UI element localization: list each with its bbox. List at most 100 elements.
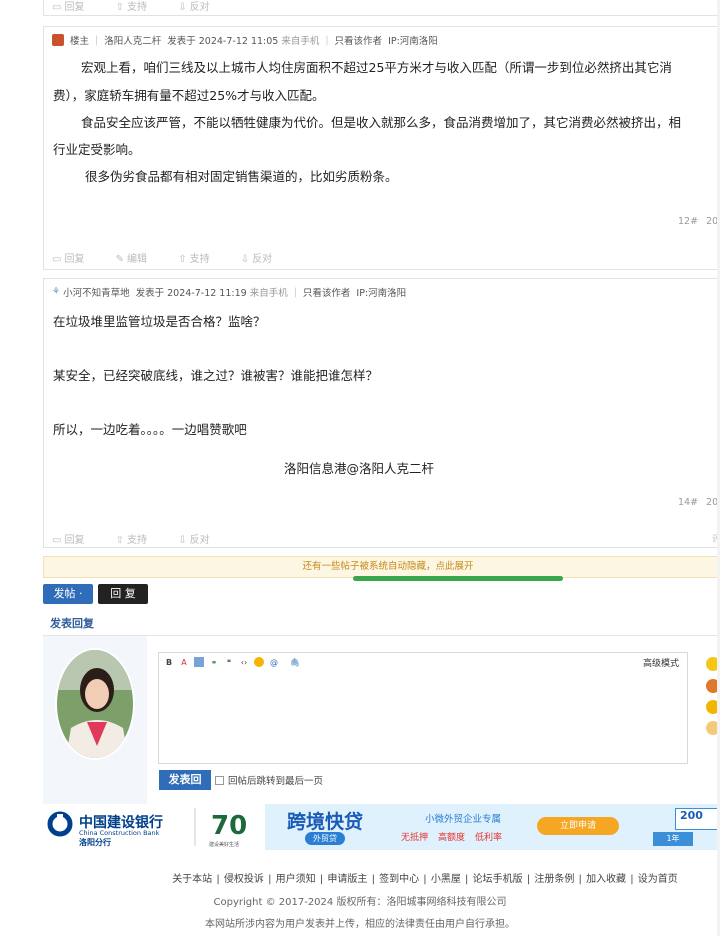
avatar <box>55 648 135 760</box>
post-time: 发表于 2024-7-12 11:05 <box>167 36 279 47</box>
advanced-mode-link[interactable]: 高级模式 <box>643 656 679 669</box>
post-meta: ⚘ 小河不知青草地 发表于 2024-7-12 11:19 来自手机 | 只看该… <box>52 285 407 300</box>
post-paragraph: 食品安全应该严管，不能以牺牲健康为代价。但是收入就那么多，食品消费增加了，其它消… <box>81 115 682 130</box>
author-name[interactable]: 洛阳人克二杆 <box>104 33 161 47</box>
font-color-icon[interactable]: A <box>179 657 189 667</box>
edit-link[interactable]: ✎ 编辑 <box>116 254 161 265</box>
reply-icon: ▭ <box>52 2 62 13</box>
loan-slogan: 小微外贸企业专属 <box>425 814 502 825</box>
link-icon[interactable]: ⚭ <box>209 657 219 667</box>
ccb-branch: 洛阳分行 <box>79 838 111 847</box>
post-paragraph: 在垃圾堆里监管垃圾是否合格？监啥？ <box>53 314 266 329</box>
reply-link[interactable]: ▭ 回复 <box>52 535 98 546</box>
footer-link[interactable]: 侵权投诉 <box>224 874 264 885</box>
footer-link[interactable]: 注册条例 <box>534 874 574 885</box>
owner-avatar-icon <box>52 34 64 46</box>
post-ops: ▭ 回复 ✎ 编辑 ⇧ 支持 ⇩ 反对 <box>52 250 300 265</box>
footer-link[interactable]: 小黑屋 <box>431 874 461 885</box>
floor-number[interactable]: 14#2024 <box>678 497 720 508</box>
post-paragraph: 所以，一边吃着。。。。一边唱赞歌吧 <box>53 422 247 437</box>
at-icon[interactable]: @ <box>269 657 279 667</box>
footer-link[interactable]: 加入收藏 <box>586 874 626 885</box>
code-icon[interactable]: ‹› <box>239 657 249 667</box>
thumb-down-icon: ⇩ <box>178 2 187 13</box>
apply-now-button[interactable]: 立即申请 <box>537 817 619 835</box>
post-paragraph: 很多伪劣食品都有相对固定销售渠道的，比如劣质粉条。 <box>85 169 398 184</box>
attach-icon[interactable]: 🖇 <box>290 657 300 667</box>
post-card-12: 楼主 | 洛阳人克二杆 发表于 2024-7-12 11:05 来自手机 | 只… <box>43 26 720 270</box>
post-ops: ▭ 回复 ⇧ 支持 ⇩ 反对 <box>52 531 238 546</box>
loan-banner[interactable]: 跨境快贷 外贸贷 小微外贸企业专属 无抵押 高额度 低利率 立即申请 200 1… <box>265 804 720 850</box>
bold-icon[interactable]: B <box>164 657 174 667</box>
only-author-link[interactable]: 只看该作者 <box>303 285 351 299</box>
footer-link[interactable]: 设为首页 <box>638 874 678 885</box>
oppose-link[interactable]: ⇩ 反对 <box>241 254 286 265</box>
loan-features: 无抵押 高额度 低利率 <box>401 833 503 843</box>
reply-form-title: 发表回复 <box>43 612 720 636</box>
editor-toolbar: B A ⚭ ❝ ‹› @ 🖇 <box>159 653 687 671</box>
post-meta: 楼主 | 洛阳人克二杆 发表于 2024-7-12 11:05 来自手机 | 只… <box>52 33 438 47</box>
post-source: 来自手机 <box>249 288 288 299</box>
reply-link[interactable]: ▭ 回复 <box>52 254 98 265</box>
loan-term: 1年 <box>653 832 693 846</box>
new-post-button[interactable]: 发帖 · <box>43 584 93 604</box>
floor-number[interactable]: 12#2024 <box>678 216 720 227</box>
post-ops: ▭ 回复 ⇧ 支持 ⇩ 反对 <box>52 0 238 13</box>
loan-amount: 200 <box>675 808 720 830</box>
footer-link[interactable]: 申请版主 <box>327 874 367 885</box>
footer-link[interactable]: 关于本站 <box>172 874 212 885</box>
edit-icon: ✎ <box>115 254 125 265</box>
post-card-previous: ▭ 回复 ⇧ 支持 ⇩ 反对 <box>43 0 720 16</box>
post-card-14: ⚘ 小河不知青草地 发表于 2024-7-12 11:19 来自手机 | 只看该… <box>43 278 720 548</box>
oppose-link[interactable]: ⇩ 反对 <box>178 2 223 13</box>
post-paragraph: 某安全，已经突破底线，谁之过？谁被害？谁能把谁怎样？ <box>53 368 379 383</box>
footer-link[interactable]: 用户须知 <box>276 874 316 885</box>
svg-text:70: 70 <box>211 811 247 841</box>
reply-icon: ▭ <box>52 535 62 546</box>
thumb-up-icon: ⇧ <box>115 2 125 13</box>
disclaimer: 本网站所涉内容为用户发表并上传，相应的法律责任由用户自行承担。 <box>205 919 515 930</box>
reply-button[interactable]: 回 复 <box>98 584 148 604</box>
loan-title: 跨境快贷 <box>287 811 364 833</box>
oppose-link[interactable]: ⇩ 反对 <box>178 535 223 546</box>
thumb-up-icon: ⇧ <box>115 535 125 546</box>
post-paragraph: 宏观上看，咱们三线及以上城市人均住房面积不超过25平方米才与收入匹配（所谓一步到… <box>81 60 672 75</box>
post-source: 来自手机 <box>281 36 320 47</box>
support-link[interactable]: ⇧ 支持 <box>116 535 161 546</box>
author-name[interactable]: 小河不知青草地 <box>63 285 130 299</box>
ip-location: IP:河南洛阳 <box>356 288 407 299</box>
ip-location: IP:河南洛阳 <box>388 36 438 47</box>
reply-link[interactable]: ▭ 回复 <box>52 2 98 13</box>
username[interactable]: 楼主 <box>70 33 89 47</box>
reply-editor[interactable]: B A ⚭ ❝ ‹› @ 🖇 高级模式 <box>158 652 688 764</box>
ccb-banner[interactable]: 70 建设美好生活 中国建设银行 China Construction Bank… <box>43 804 265 850</box>
user-icon: ⚘ <box>52 287 61 297</box>
post-paragraph: 行业定受影响。 <box>53 142 141 157</box>
submit-reply-button[interactable]: 发表回 <box>159 770 211 790</box>
checkbox[interactable] <box>215 775 224 785</box>
post-time: 发表于 2024-7-12 11:19 <box>135 288 247 299</box>
image-icon[interactable] <box>194 657 204 667</box>
thumb-up-icon: ⇧ <box>178 254 187 265</box>
svg-text:建设美好生活: 建设美好生活 <box>209 841 239 848</box>
footer-links: 关于本站 | 侵权投诉 | 用户须知 | 申请版主 | 签到中心 | 小黑屋 |… <box>172 874 678 885</box>
ccb-en-name: China Construction Bank <box>79 829 160 837</box>
highlight-underline <box>353 576 563 581</box>
copyright: Copyright © 2017-2024 版权所有：洛阳城事网络科技有限公司 <box>213 897 507 908</box>
smiley-icon[interactable] <box>254 657 264 667</box>
support-link[interactable]: ⇧ 支持 <box>116 2 161 13</box>
post-paragraph: 费），家庭轿车拥有量不超过25%才与收入匹配。 <box>53 88 325 103</box>
avatar-photo-icon <box>57 650 133 758</box>
thumb-down-icon: ⇩ <box>240 254 250 265</box>
footer-link[interactable]: 论坛手机版 <box>473 874 523 885</box>
thumb-down-icon: ⇩ <box>178 535 187 546</box>
support-link[interactable]: ⇧ 支持 <box>178 254 223 265</box>
loan-tag: 外贸贷 <box>305 832 345 845</box>
only-author-link[interactable]: 只看该作者 <box>335 33 383 47</box>
reply-icon: ▭ <box>52 254 62 265</box>
footer-link[interactable]: 签到中心 <box>379 874 419 885</box>
post-signature: 洛阳信息港@洛阳人克二杆 <box>284 461 435 476</box>
hidden-posts-notice[interactable]: 还有一些帖子被系统自动隐藏，点此展开 <box>43 556 720 578</box>
jump-last-page-checkbox[interactable]: 回帖后跳转到最后一页 <box>215 773 323 787</box>
quote-icon[interactable]: ❝ <box>224 657 234 667</box>
